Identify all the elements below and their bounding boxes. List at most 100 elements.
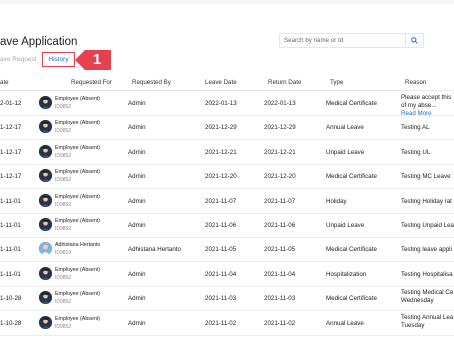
table-row[interactable]: 1-11-01 Employee (Absent) ID9852 Admin 2021-… xyxy=(0,189,454,214)
top-bar xyxy=(0,0,454,4)
reason-line: of my abse... xyxy=(401,102,437,109)
reason-cell: Testing UL xyxy=(401,148,431,156)
table-row[interactable]: 1-10-28 Employee (Absent) ID9852 Admin 2021-… xyxy=(0,286,454,312)
requested-by-cell: Admin xyxy=(128,319,146,327)
search-icon xyxy=(411,37,418,44)
date-cell: 2-01-12 xyxy=(0,100,22,107)
avatar xyxy=(39,169,52,183)
reason-cell: Testing Annual Lea Tuesday xyxy=(401,314,453,330)
employee-name: Employee (Absent) xyxy=(55,144,101,151)
table-row[interactable]: 1-10-28 Employee (Absent) ID9852 Admin 2021-… xyxy=(0,311,454,336)
employee-name: Employee (Absent) xyxy=(55,169,101,176)
employee-id: ID9819 xyxy=(55,250,72,257)
leave-date-cell: 2021-11-04 xyxy=(205,270,237,278)
leave-date-cell: 2022-01-13 xyxy=(205,100,237,107)
type-cell: Hospitalization xyxy=(326,270,367,278)
search-input[interactable] xyxy=(279,33,406,48)
tab-leave-request[interactable]: ave Request xyxy=(0,56,37,63)
employee-name: Employee (Absent) xyxy=(55,291,101,298)
search-button[interactable] xyxy=(406,33,424,48)
employee-name: Employee (Absent) xyxy=(55,193,101,200)
leave-date-cell: 2021-11-06 xyxy=(205,222,237,229)
leave-date-cell: 2021-12-29 xyxy=(205,124,237,132)
reason-line: Testing Medical Ce xyxy=(401,289,454,297)
type-cell: Unpaid Leave xyxy=(326,148,365,156)
type-cell: Annual Leave xyxy=(326,124,364,132)
return-date-cell: 2021-11-05 xyxy=(264,246,296,254)
employee-id: ID9852 xyxy=(55,323,72,330)
col-leave-date: Leave Date xyxy=(205,79,237,86)
reason-line: Testing Annual Lea xyxy=(401,313,454,321)
type-cell: Annual Leave xyxy=(326,319,364,327)
reason-line: Please accept this xyxy=(401,94,452,101)
reason-line: Wednesday xyxy=(401,297,434,305)
date-cell: 1-11-01 xyxy=(0,197,21,205)
employee-name: Employee (Absent) xyxy=(55,266,101,273)
tab-history-label: History xyxy=(48,56,69,63)
table-row[interactable]: 1-11-01 Employee (Absent) ID9852 Admin 2021-… xyxy=(0,213,454,238)
leave-date-cell: 2021-12-21 xyxy=(205,148,237,156)
return-date-cell: 2021-11-03 xyxy=(264,295,296,303)
col-return-date: Return Date xyxy=(268,79,302,86)
page-title: ave Application xyxy=(0,36,78,48)
date-cell: 1-12-17 xyxy=(0,124,22,132)
avatar xyxy=(39,193,52,207)
reason-cell: Testing Medical Ce Wednesday xyxy=(401,289,453,305)
date-cell: 1-10-28 xyxy=(0,295,22,303)
col-reason: Reason xyxy=(405,79,427,86)
reason-cell: Testing MC Leave xyxy=(401,173,451,181)
col-date: ate xyxy=(0,79,9,86)
date-cell: 1-11-01 xyxy=(0,246,21,254)
return-date-cell: 2021-11-06 xyxy=(264,222,296,229)
annotation-number: 1 xyxy=(92,51,102,68)
requested-by-cell: Admin xyxy=(128,173,146,181)
employee-id: ID9852 xyxy=(55,152,72,159)
employee-id: ID9852 xyxy=(55,226,72,232)
requested-by-cell: Admin xyxy=(128,222,146,229)
table-row[interactable]: 1-12-17 Employee (Absent) ID9852 Admin 2021-… xyxy=(0,164,454,190)
table-row[interactable]: 1-12-17 Employee (Absent) ID9852 Admin 2021-… xyxy=(0,140,454,165)
tab-history[interactable]: History xyxy=(42,52,75,67)
type-cell: Medical Certificate xyxy=(326,246,377,254)
col-requested-by: Requested By xyxy=(132,79,171,86)
employee-id: ID9852 xyxy=(55,274,72,281)
date-cell: 1-11-01 xyxy=(0,222,21,229)
col-requested-for: Requested For xyxy=(71,79,112,86)
requested-by-cell: Admin xyxy=(128,100,146,107)
requested-by-cell: Admin xyxy=(128,270,146,278)
employee-id: ID9852 xyxy=(55,201,72,208)
avatar xyxy=(39,266,52,280)
reason-line: Tuesday xyxy=(401,321,425,329)
type-cell: Medical Certificate xyxy=(326,295,377,303)
leave-date-cell: 2021-11-02 xyxy=(205,319,237,327)
requested-by-cell: Admin xyxy=(128,295,146,303)
leave-date-cell: 2021-11-03 xyxy=(205,295,237,303)
reason-cell: Testing Hospitalisa xyxy=(401,270,453,278)
employee-id: ID9852 xyxy=(55,104,72,110)
date-cell: 1-12-17 xyxy=(0,148,22,156)
reason-cell: Testing AL xyxy=(401,124,430,132)
employee-name: Employee (Absent) xyxy=(55,218,101,224)
leave-date-cell: 2021-12-20 xyxy=(205,173,237,181)
employee-name: Employee (Absent) xyxy=(55,120,101,127)
type-cell: Medical Certificate xyxy=(326,100,377,107)
employee-name: Adhistana Hertanto xyxy=(55,242,101,249)
date-cell: 1-12-17 xyxy=(0,173,22,181)
requested-by-cell: Admin xyxy=(128,148,146,156)
reason-cell: Testing Unpaid Lea xyxy=(401,222,454,229)
table-row[interactable]: 1-12-17 Employee (Absent) ID9852 Admin 2021-… xyxy=(0,115,454,141)
requested-by-cell: Admin xyxy=(128,124,146,132)
leave-date-cell: 2021-11-05 xyxy=(205,246,237,254)
table-row[interactable]: 2-01-12 Employee (Absent) ID9852 Admin 2022-… xyxy=(0,91,454,117)
return-date-cell: 2021-12-20 xyxy=(264,173,296,181)
reason-cell: Testing Holiday rat xyxy=(401,197,452,205)
table-row[interactable]: 1-11-01 Adhistana Hertanto ID9819 Adhistana… xyxy=(0,237,454,263)
avatar xyxy=(39,96,52,109)
reason-cell: Testing leave appli xyxy=(401,246,452,254)
avatar xyxy=(39,218,52,231)
avatar xyxy=(39,315,52,329)
type-cell: Medical Certificate xyxy=(326,173,377,181)
employee-name: Employee (Absent) xyxy=(55,96,101,102)
table-row[interactable]: 1-11-01 Employee (Absent) ID9852 Admin 2021-… xyxy=(0,262,454,287)
employee-id: ID9852 xyxy=(55,177,72,184)
